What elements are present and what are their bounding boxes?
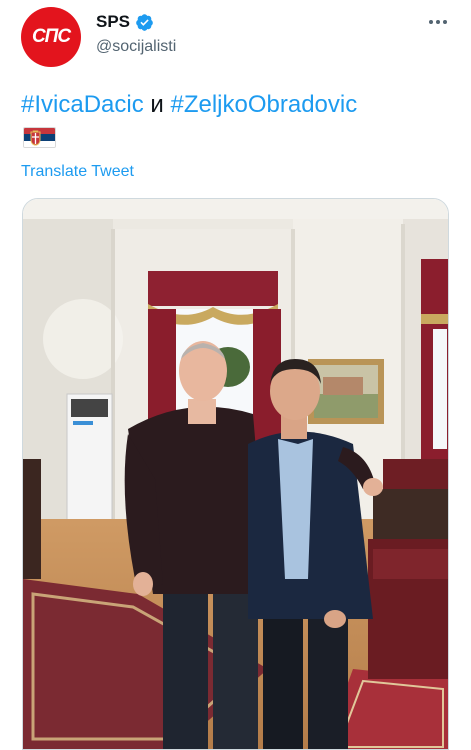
name-row: SPS [96,12,154,32]
serbia-flag-icon [23,127,56,148]
tweet-conjunction: и [150,91,164,118]
verified-badge-icon [136,13,153,31]
avatar-logo-text: СПС [31,26,71,47]
hashtag-link[interactable]: #ZeljkoObradovic [170,91,357,118]
translate-tweet-link[interactable]: Translate Tweet [21,163,134,181]
tweet-photo[interactable] [22,198,449,750]
hashtag-link[interactable]: #IvicaDacic [21,91,144,118]
avatar[interactable]: СПС [21,7,81,67]
account-handle[interactable]: @socijalisti [96,38,176,56]
more-options-icon[interactable] [426,12,450,32]
display-name[interactable]: SPS [96,12,130,32]
tweet-photo-image [23,199,448,749]
tweet-text: #IvicaDacic и #ZeljkoObradovic [21,90,357,120]
